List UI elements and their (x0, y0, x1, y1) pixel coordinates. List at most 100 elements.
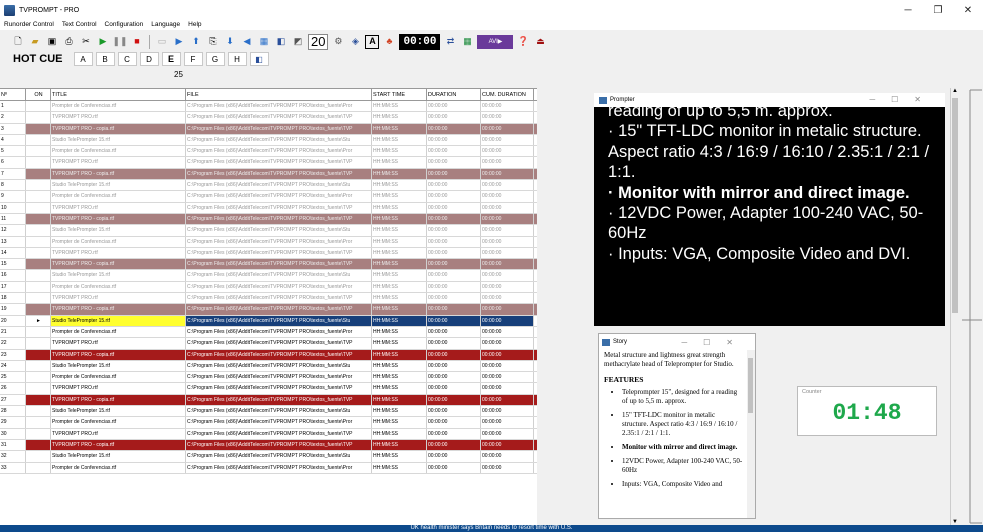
row-cum-duration[interactable]: 00:00:00 (481, 338, 534, 349)
table-row[interactable]: 23 TVPROMPT PRO - copia.rtf C:\Program Fil… (0, 349, 537, 361)
row-cum-duration[interactable]: 00:00:00 (481, 304, 534, 315)
help-icon[interactable]: ❓ (516, 35, 530, 49)
row-cum-duration[interactable]: 00:00:00 (481, 191, 534, 202)
table-row[interactable]: 11 TVPROMPT PRO - copia.rtf C:\Program Fil… (0, 213, 537, 226)
row-duration[interactable]: 00:00:00 (427, 213, 481, 225)
row-file[interactable]: C:\Program Files (x86)\AdditTelecom\TVPR… (186, 191, 372, 202)
hot-cue-g[interactable]: G (205, 52, 225, 66)
row-number[interactable]: 11 (0, 213, 26, 225)
row-start-time[interactable]: HH:MM:SS (372, 202, 427, 213)
row-on-indicator[interactable] (26, 213, 51, 225)
play-icon[interactable]: ▶ (96, 35, 110, 49)
open-folder-icon[interactable]: ▰ (28, 35, 42, 49)
table-row[interactable]: 12 Studio TelePrompter 15.rtf C:\Program F… (0, 225, 537, 237)
row-file[interactable]: C:\Program Files (x86)\AdditTelecom\TVPR… (186, 134, 372, 146)
row-number[interactable]: 6 (0, 157, 26, 168)
row-number[interactable]: 18 (0, 293, 26, 304)
row-title[interactable]: TVPROMPT PRO.rtf (51, 428, 186, 439)
row-file[interactable]: C:\Program Files (x86)\AdditTelecom\TVPR… (186, 338, 372, 349)
row-file[interactable]: C:\Program Files (x86)\AdditTelecom\TVPR… (186, 293, 372, 304)
row-title[interactable]: TVPROMPT PRO - copia.rtf (51, 349, 186, 360)
row-cum-duration[interactable]: 00:00:00 (481, 417, 534, 428)
row-on-indicator[interactable] (26, 112, 51, 123)
arrow-down-icon[interactable]: ⬇ (223, 35, 237, 49)
row-on-indicator[interactable] (26, 168, 51, 180)
row-start-time[interactable]: HH:MM:SS (372, 270, 427, 281)
row-number[interactable]: 7 (0, 168, 26, 180)
row-duration[interactable]: 00:00:00 (427, 101, 481, 112)
row-cum-duration[interactable]: 00:00:00 (481, 451, 534, 462)
row-start-time[interactable]: HH:MM:SS (372, 281, 427, 293)
header-title[interactable]: TITLE (51, 89, 186, 100)
row-start-time[interactable]: HH:MM:SS (372, 157, 427, 168)
row-number[interactable]: 31 (0, 439, 26, 451)
row-file[interactable]: C:\Program Files (x86)\AdditTelecom\TVPR… (186, 259, 372, 270)
row-cum-duration[interactable]: 00:00:00 (481, 202, 534, 213)
row-file[interactable]: C:\Program Files (x86)\AdditTelecom\TVPR… (186, 439, 372, 451)
row-cum-duration[interactable]: 00:00:00 (481, 349, 534, 360)
table-row[interactable]: 16 Studio TelePrompter 15.rtf C:\Program F… (0, 270, 537, 282)
row-duration[interactable]: 00:00:00 (427, 293, 481, 304)
pause-icon[interactable]: ❚❚ (112, 35, 127, 49)
grid-icon[interactable]: ▦ (460, 35, 474, 49)
row-on-indicator[interactable] (26, 360, 51, 372)
row-duration[interactable]: 00:00:00 (427, 180, 481, 191)
row-duration[interactable]: 00:00:00 (427, 406, 481, 417)
row-cum-duration[interactable]: 00:00:00 (481, 462, 534, 473)
row-cum-duration[interactable]: 00:00:00 (481, 225, 534, 236)
row-cum-duration[interactable]: 00:00:00 (481, 236, 534, 247)
table-row[interactable]: 28 Studio TelePrompter 15.rtf C:\Program F… (0, 406, 537, 418)
new-file-icon[interactable]: 🗋 (11, 35, 25, 49)
row-cum-duration[interactable]: 00:00:00 (481, 247, 534, 259)
row-start-time[interactable]: HH:MM:SS (372, 451, 427, 462)
row-cum-duration[interactable]: 00:00:00 (481, 168, 534, 180)
row-number[interactable]: 25 (0, 372, 26, 383)
header-duration[interactable]: DURATION (427, 89, 481, 100)
row-title[interactable]: TVPROMPT PRO - copia.rtf (51, 394, 186, 406)
table-row[interactable]: 20 ► Studio TelePrompter 15.rtf C:\Program … (0, 315, 537, 327)
row-on-indicator[interactable] (26, 406, 51, 417)
row-title[interactable]: Studio TelePrompter 15.rtf (51, 225, 186, 236)
row-title[interactable]: Prompter de Conferencias.rtf (51, 146, 186, 157)
row-cum-duration[interactable]: 00:00:00 (481, 360, 534, 372)
table-row[interactable]: 22 TVPROMPT PRO.rtf C:\Program Files (x86)… (0, 338, 537, 350)
row-start-time[interactable]: HH:MM:SS (372, 406, 427, 417)
row-file[interactable]: C:\Program Files (x86)\AdditTelecom\TVPR… (186, 326, 372, 338)
row-on-indicator[interactable]: ► (26, 315, 51, 326)
speed-slider[interactable] (960, 88, 983, 525)
row-on-indicator[interactable] (26, 191, 51, 202)
row-on-indicator[interactable] (26, 146, 51, 157)
row-number[interactable]: 28 (0, 406, 26, 417)
row-file[interactable]: C:\Program Files (x86)\AdditTelecom\TVPR… (186, 304, 372, 315)
row-cum-duration[interactable]: 00:00:00 (481, 123, 534, 134)
row-duration[interactable]: 00:00:00 (427, 360, 481, 372)
row-on-indicator[interactable] (26, 236, 51, 247)
row-number[interactable]: 21 (0, 326, 26, 338)
row-on-indicator[interactable] (26, 462, 51, 473)
row-title[interactable]: Studio TelePrompter 15.rtf (51, 134, 186, 146)
row-duration[interactable]: 00:00:00 (427, 372, 481, 383)
row-start-time[interactable]: HH:MM:SS (372, 417, 427, 428)
row-start-time[interactable]: HH:MM:SS (372, 439, 427, 451)
grid-scrollbar[interactable]: ▲ ▼ (950, 88, 959, 525)
row-file[interactable]: C:\Program Files (x86)\AdditTelecom\TVPR… (186, 168, 372, 180)
row-duration[interactable]: 00:00:00 (427, 304, 481, 315)
row-number[interactable]: 12 (0, 225, 26, 236)
row-duration[interactable]: 00:00:00 (427, 315, 481, 326)
row-cum-duration[interactable]: 00:00:00 (481, 439, 534, 451)
close-icon[interactable]: ✕ (953, 0, 983, 20)
row-file[interactable]: C:\Program Files (x86)\AdditTelecom\TVPR… (186, 101, 372, 112)
arrow-up-icon[interactable]: ⬆ (189, 35, 203, 49)
row-duration[interactable]: 00:00:00 (427, 270, 481, 281)
header-on[interactable]: ON (26, 89, 51, 100)
row-duration[interactable]: 00:00:00 (427, 247, 481, 259)
row-file[interactable]: C:\Program Files (x86)\AdditTelecom\TVPR… (186, 202, 372, 213)
row-file[interactable]: C:\Program Files (x86)\AdditTelecom\TVPR… (186, 180, 372, 191)
row-on-indicator[interactable] (26, 451, 51, 462)
table-row[interactable]: 2 TVPROMPT PRO.rtf C:\Program Files (x86)\… (0, 112, 537, 124)
save-icon[interactable]: ▣ (45, 35, 59, 49)
row-on-indicator[interactable] (26, 372, 51, 383)
row-title[interactable]: Prompter de Conferencias.rtf (51, 462, 186, 473)
row-on-indicator[interactable] (26, 383, 51, 394)
prompter-window-controls[interactable]: ─☐✕ (869, 93, 937, 107)
